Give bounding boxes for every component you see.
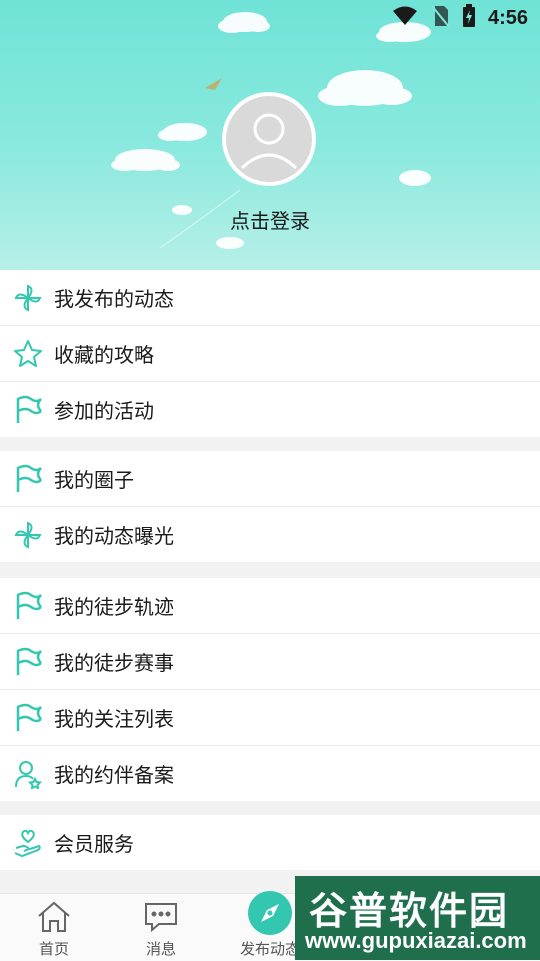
- compass-icon: [247, 890, 293, 940]
- flag-icon: [12, 590, 44, 622]
- heart-hand-icon: [12, 827, 44, 859]
- menu-item-label: 参加的活动: [54, 399, 154, 423]
- menu-item-my-posts[interactable]: 我发布的动态: [0, 270, 540, 326]
- user-icon: [12, 758, 44, 790]
- menu-group-3: 我的徒步轨迹 我的徒步赛事 我的关注列表 我的约伴备案: [0, 578, 540, 801]
- profile-header: 4:56 点击登录: [0, 0, 540, 270]
- status-bar: 4:56: [392, 0, 540, 36]
- flag-icon: [12, 463, 44, 495]
- menu-item-label: 我的动态曝光: [54, 524, 174, 548]
- wifi-icon: [392, 5, 418, 31]
- flag-icon: [12, 394, 44, 426]
- menu-item-hiking-tracks[interactable]: 我的徒步轨迹: [0, 578, 540, 634]
- avatar[interactable]: [222, 92, 316, 186]
- menu-group-2: 我的圈子 我的动态曝光: [0, 451, 540, 562]
- menu-item-label: 我的徒步赛事: [54, 651, 174, 675]
- menu-item-following-list[interactable]: 我的关注列表: [0, 690, 540, 746]
- profile-menu: 我发布的动态 收藏的攻略 参加的活动 我的圈子 我的动态曝光 我的徒步轨迹 我的…: [0, 270, 540, 870]
- menu-item-companion-records[interactable]: 我的约伴备案: [0, 746, 540, 801]
- watermark-overlay: 谷普软件园 www.gupuxiazai.com: [295, 876, 540, 960]
- no-sim-icon: [430, 4, 451, 32]
- status-time: 4:56: [487, 6, 528, 29]
- menu-item-joined-activities[interactable]: 参加的活动: [0, 382, 540, 437]
- menu-item-label: 我的圈子: [54, 468, 134, 492]
- menu-item-my-circles[interactable]: 我的圈子: [0, 451, 540, 507]
- menu-group-4: 会员服务: [0, 815, 540, 870]
- pinwheel-icon: [12, 519, 44, 551]
- menu-item-favorites[interactable]: 收藏的攻略: [0, 326, 540, 382]
- message-icon: [143, 900, 179, 938]
- menu-item-label: 我发布的动态: [54, 287, 174, 311]
- menu-item-post-exposure[interactable]: 我的动态曝光: [0, 507, 540, 562]
- menu-item-label: 会员服务: [54, 832, 134, 856]
- user-placeholder-icon: [240, 113, 298, 170]
- flag-icon: [12, 646, 44, 678]
- watermark-title: 谷普软件园: [309, 891, 510, 933]
- login-link[interactable]: 点击登录: [0, 205, 540, 234]
- menu-item-label: 我的关注列表: [54, 707, 174, 731]
- tab-messages[interactable]: 消息: [111, 894, 211, 961]
- watermark-url: www.gupuxiazai.com: [305, 928, 527, 953]
- battery-icon: [462, 4, 476, 32]
- menu-group-1: 我发布的动态 收藏的攻略 参加的活动: [0, 270, 540, 437]
- menu-item-label: 我的约伴备案: [54, 763, 174, 787]
- menu-item-label: 收藏的攻略: [54, 343, 154, 367]
- pinwheel-icon: [12, 282, 44, 314]
- home-icon: [36, 900, 72, 938]
- star-icon: [12, 338, 44, 370]
- menu-item-member-service[interactable]: 会员服务: [0, 815, 540, 870]
- tab-home[interactable]: 首页: [4, 894, 104, 961]
- menu-item-label: 我的徒步轨迹: [54, 595, 174, 619]
- tab-label: 首页: [38, 940, 69, 958]
- menu-item-hiking-events[interactable]: 我的徒步赛事: [0, 634, 540, 690]
- flag-icon: [12, 702, 44, 734]
- tab-label: 消息: [145, 940, 176, 958]
